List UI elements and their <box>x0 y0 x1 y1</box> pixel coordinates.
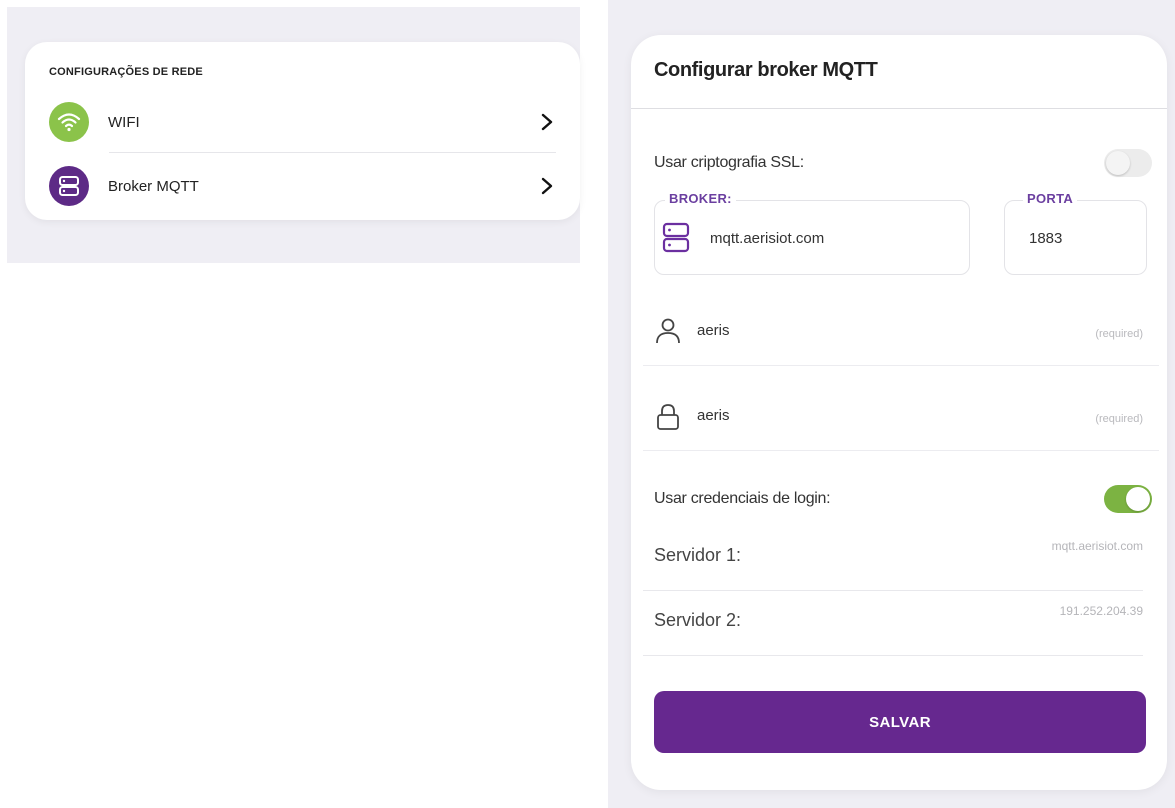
credentials-toggle[interactable] <box>1104 485 1152 513</box>
credentials-label: Usar credenciais de login: <box>654 490 831 507</box>
port-input[interactable]: 1883 <box>1029 230 1062 247</box>
server-icon <box>49 166 89 206</box>
mqtt-config-card: Configurar broker MQTT Usar criptografia… <box>631 35 1167 790</box>
server-2-label: Servidor 2: <box>654 610 742 630</box>
ssl-label: Usar criptografia SSL: <box>654 154 804 171</box>
network-settings-card: CONFIGURAÇÕES DE REDE WIFI Broker MQTT <box>25 42 580 220</box>
wifi-icon <box>49 102 89 142</box>
menu-divider <box>109 152 556 153</box>
server-1-label: Servidor 1: <box>654 545 742 565</box>
mqtt-config-title: Configurar broker MQTT <box>654 59 878 81</box>
mqtt-config-header: Configurar broker MQTT <box>631 35 1167 109</box>
chevron-right-icon <box>541 177 553 195</box>
wifi-menu-item[interactable]: WIFI <box>25 94 580 150</box>
password-field[interactable]: aeris (required) <box>643 383 1159 451</box>
server-icon <box>662 222 690 253</box>
chevron-right-icon <box>541 113 553 131</box>
server-2-value[interactable]: 191.252.204.39 <box>1060 604 1143 618</box>
broker-field[interactable]: BROKER: mqtt.aerisiot.com <box>654 191 970 275</box>
server-1-value[interactable]: mqtt.aerisiot.com <box>1052 539 1143 553</box>
broker-mqtt-menu-item[interactable]: Broker MQTT <box>25 158 580 214</box>
broker-input[interactable]: mqtt.aerisiot.com <box>710 230 824 247</box>
username-field[interactable]: aeris (required) <box>643 298 1159 366</box>
server-2-row[interactable]: Servidor 2: 191.252.204.39 <box>643 592 1143 656</box>
port-field[interactable]: PORTA 1883 <box>1004 191 1147 275</box>
save-button[interactable]: SALVAR <box>654 691 1146 753</box>
password-required-hint: (required) <box>1095 413 1143 425</box>
username-input[interactable]: aeris <box>697 322 730 339</box>
user-icon <box>656 318 680 344</box>
ssl-toggle[interactable] <box>1104 149 1152 177</box>
wifi-menu-label: WIFI <box>108 114 140 131</box>
ssl-toggle-knob <box>1106 151 1130 175</box>
broker-mqtt-menu-label: Broker MQTT <box>108 178 199 195</box>
credentials-toggle-knob <box>1126 487 1150 511</box>
port-legend: PORTA <box>1023 191 1078 206</box>
lock-icon <box>657 404 679 430</box>
broker-legend: BROKER: <box>665 191 736 206</box>
username-required-hint: (required) <box>1095 328 1143 340</box>
password-input[interactable]: aeris <box>697 407 730 424</box>
server-1-row[interactable]: Servidor 1: mqtt.aerisiot.com <box>643 527 1143 591</box>
network-settings-title: CONFIGURAÇÕES DE REDE <box>49 66 203 78</box>
